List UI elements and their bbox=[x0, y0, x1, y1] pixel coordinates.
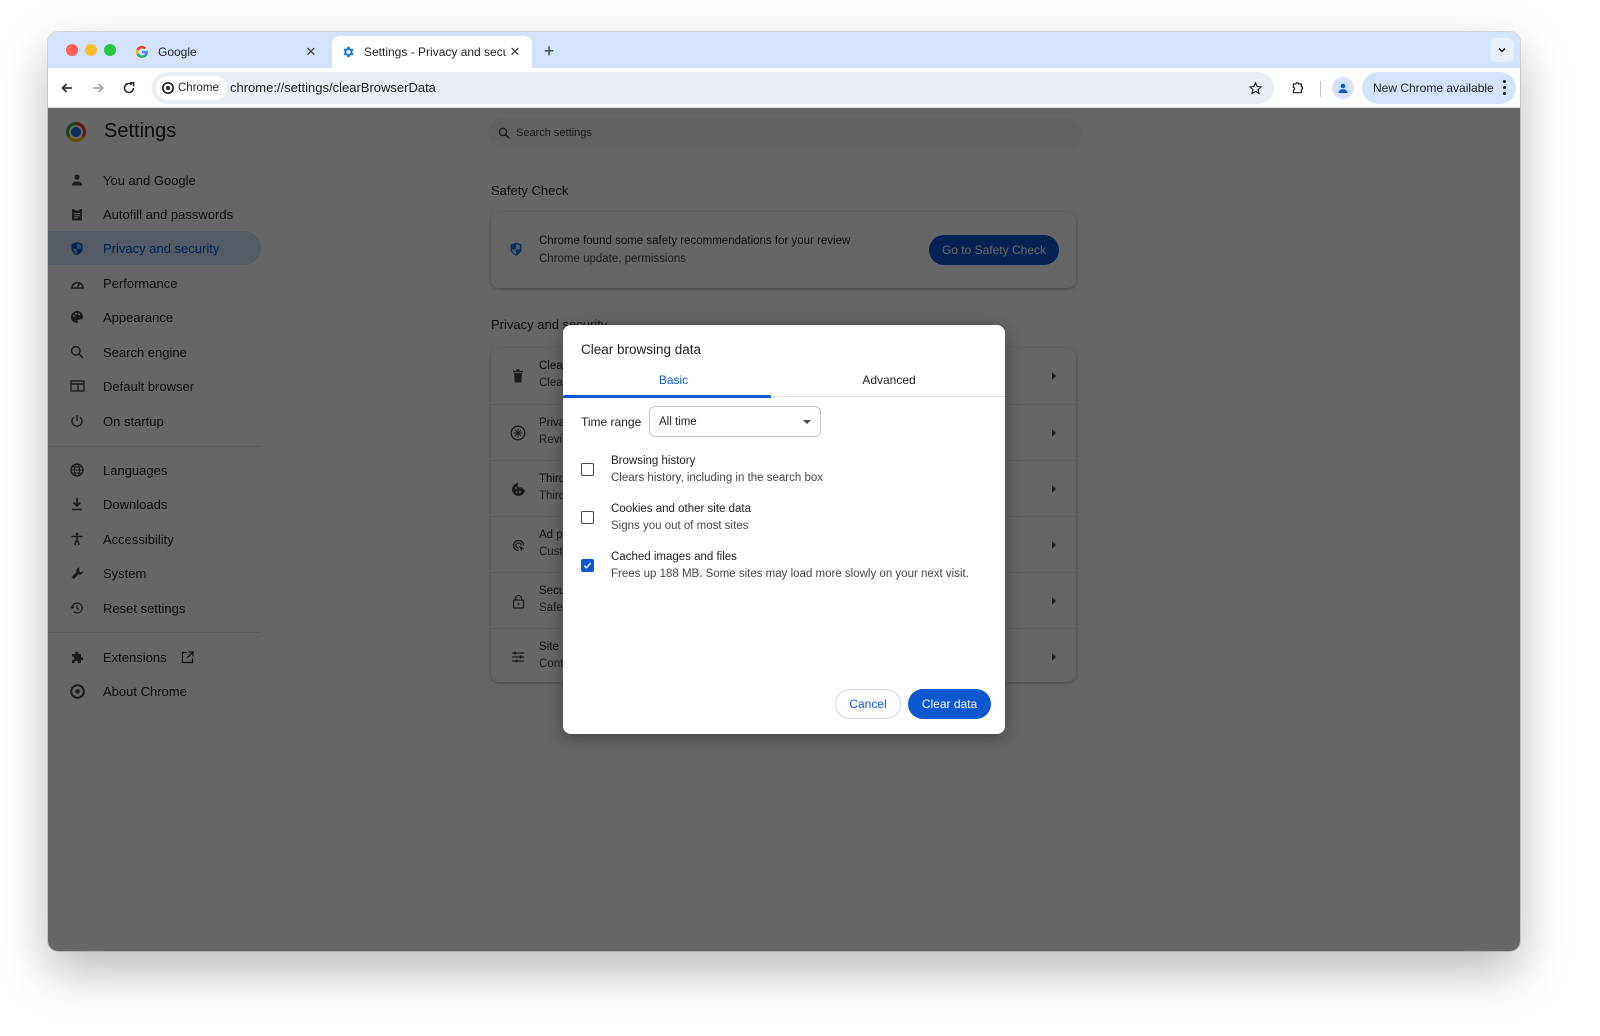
tab-advanced[interactable]: Advanced bbox=[773, 363, 1005, 396]
option-cached-images: Cached images and files Frees up 188 MB.… bbox=[581, 551, 991, 591]
time-range-select[interactable]: All time bbox=[649, 406, 821, 437]
tab-settings[interactable]: Settings - Privacy and securit ✕ bbox=[332, 36, 532, 68]
site-info-chip[interactable]: Chrome bbox=[156, 76, 227, 100]
time-range-label: Time range bbox=[581, 415, 642, 429]
clear-browsing-data-dialog: Clear browsing data Basic Advanced Time … bbox=[563, 325, 1005, 734]
minimize-window-button[interactable] bbox=[85, 44, 97, 56]
google-g-icon bbox=[134, 44, 150, 60]
person-icon bbox=[1338, 83, 1348, 93]
clear-data-button[interactable]: Clear data bbox=[908, 689, 991, 719]
option-title: Cookies and other site data bbox=[611, 503, 752, 515]
cached-images-checkbox[interactable] bbox=[581, 559, 594, 572]
update-label: New Chrome available bbox=[1373, 81, 1494, 95]
gear-icon bbox=[340, 44, 356, 60]
arrow-right-icon bbox=[93, 83, 104, 93]
option-title: Cached images and files bbox=[611, 551, 737, 563]
option-subtitle: Clears history, including in the search … bbox=[611, 472, 824, 484]
dialog-tabs: Basic Advanced bbox=[563, 363, 1005, 398]
dialog-title: Clear browsing data bbox=[581, 342, 702, 357]
option-cookies: Cookies and other site data Signs you ou… bbox=[581, 503, 991, 543]
new-chrome-available-button[interactable]: New Chrome available bbox=[1362, 72, 1516, 104]
browsing-history-checkbox[interactable] bbox=[581, 463, 594, 476]
arrow-left-icon bbox=[61, 83, 72, 93]
chrome-icon bbox=[162, 82, 174, 94]
close-tab-icon[interactable]: ✕ bbox=[302, 43, 320, 61]
chip-label: Chrome bbox=[178, 82, 219, 94]
cancel-button[interactable]: Cancel bbox=[835, 689, 901, 719]
close-window-button[interactable] bbox=[66, 44, 78, 56]
address-bar[interactable]: Chrome chrome://settings/clearBrowserDat… bbox=[152, 72, 1274, 104]
url-text[interactable]: chrome://settings/clearBrowserData bbox=[230, 80, 436, 95]
new-tab-button[interactable]: + bbox=[538, 40, 560, 62]
option-browsing-history: Browsing history Clears history, includi… bbox=[581, 455, 991, 495]
puzzle-icon bbox=[1292, 82, 1304, 94]
option-subtitle: Frees up 188 MB. Some sites may load mor… bbox=[611, 568, 969, 580]
dropdown-caret-icon bbox=[803, 420, 811, 424]
tab-title: Settings - Privacy and securit bbox=[364, 45, 506, 59]
reload-icon bbox=[123, 82, 135, 94]
extensions-button[interactable] bbox=[1286, 76, 1310, 100]
tab-strip: Google ✕ Settings - Privacy and securit … bbox=[48, 32, 1520, 68]
reload-button[interactable] bbox=[116, 75, 142, 101]
back-button[interactable] bbox=[54, 75, 80, 101]
profile-avatar[interactable] bbox=[1332, 77, 1354, 99]
close-tab-icon[interactable]: ✕ bbox=[506, 43, 524, 61]
time-range-value: All time bbox=[659, 415, 697, 428]
tab-google[interactable]: Google ✕ bbox=[128, 36, 328, 68]
checkmark-icon bbox=[583, 562, 592, 569]
forward-button[interactable] bbox=[85, 75, 111, 101]
toolbar: Chrome chrome://settings/clearBrowserDat… bbox=[48, 68, 1520, 108]
cookies-checkbox[interactable] bbox=[581, 511, 594, 524]
tab-title: Google bbox=[158, 45, 197, 59]
tab-basic[interactable]: Basic bbox=[563, 363, 784, 398]
browser-window: Google ✕ Settings - Privacy and securit … bbox=[48, 32, 1520, 951]
option-subtitle: Signs you out of most sites bbox=[611, 520, 749, 532]
option-title: Browsing history bbox=[611, 455, 696, 467]
chevron-down-icon bbox=[1498, 48, 1506, 53]
toolbar-divider bbox=[1320, 81, 1321, 97]
tab-search-button[interactable] bbox=[1490, 38, 1514, 62]
maximize-window-button[interactable] bbox=[104, 44, 116, 56]
bookmark-star-icon[interactable] bbox=[1246, 79, 1264, 97]
more-menu-icon[interactable] bbox=[1503, 80, 1506, 95]
